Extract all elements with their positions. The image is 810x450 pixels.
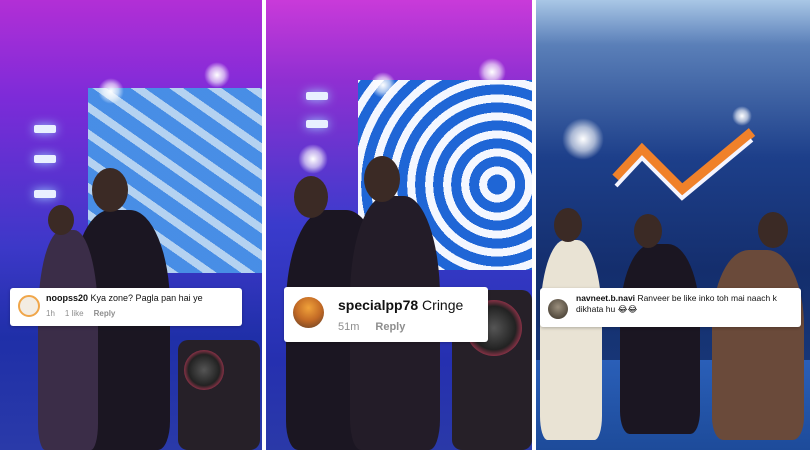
performer <box>38 230 98 450</box>
user-avatar[interactable] <box>18 295 40 317</box>
performer-head <box>364 156 400 202</box>
photo-panel-1 <box>0 0 262 450</box>
stage-light <box>732 106 752 126</box>
stage-light <box>478 58 506 86</box>
performer-head <box>758 212 788 248</box>
comment-text: Kya zone? Pagla pan hai ye <box>90 293 203 303</box>
photo-panel-2 <box>266 0 532 450</box>
performer-head <box>634 214 662 248</box>
performer-head <box>294 176 328 218</box>
stage-light <box>98 78 124 104</box>
comment-text: Cringe <box>422 297 464 313</box>
comment-card: noopss20 Kya zone? Pagla pan hai ye 1h 1… <box>10 288 242 326</box>
comment-card: navneet.b.navi Ranveer be like inko toh … <box>540 288 801 327</box>
comment-time: 51m <box>338 321 360 333</box>
performer-head <box>554 208 582 242</box>
comment-likes[interactable]: 1 like <box>65 309 84 318</box>
stage-light <box>204 62 230 88</box>
user-avatar[interactable] <box>293 297 324 328</box>
comment-card: specialpp78 Cringe 51m Reply <box>284 287 488 342</box>
stage-graphic <box>612 128 756 201</box>
user-avatar[interactable] <box>548 299 568 319</box>
led-bar <box>34 190 56 198</box>
comment-username[interactable]: specialpp78 <box>338 297 418 313</box>
performer-head <box>92 168 128 212</box>
led-bar <box>306 120 328 128</box>
performer <box>620 244 700 434</box>
comment-meta: 51m Reply <box>338 321 463 333</box>
reply-button[interactable]: Reply <box>375 321 405 333</box>
led-bar <box>34 125 56 133</box>
stage-light <box>298 144 328 174</box>
comment-time: 1h <box>46 309 55 318</box>
photo-panel-3 <box>536 0 810 450</box>
led-bar <box>306 92 328 100</box>
reply-button[interactable]: Reply <box>94 309 116 318</box>
stage-light <box>370 72 396 98</box>
led-bar <box>34 155 56 163</box>
performer <box>712 250 804 440</box>
stage-light <box>562 118 604 160</box>
performer <box>540 240 602 440</box>
camera-lens <box>184 350 224 390</box>
comment-username[interactable]: navneet.b.navi <box>576 293 635 303</box>
performer-head <box>48 205 74 235</box>
comment-username[interactable]: noopss20 <box>46 293 88 303</box>
comment-meta: 1h 1 like Reply <box>46 309 203 318</box>
